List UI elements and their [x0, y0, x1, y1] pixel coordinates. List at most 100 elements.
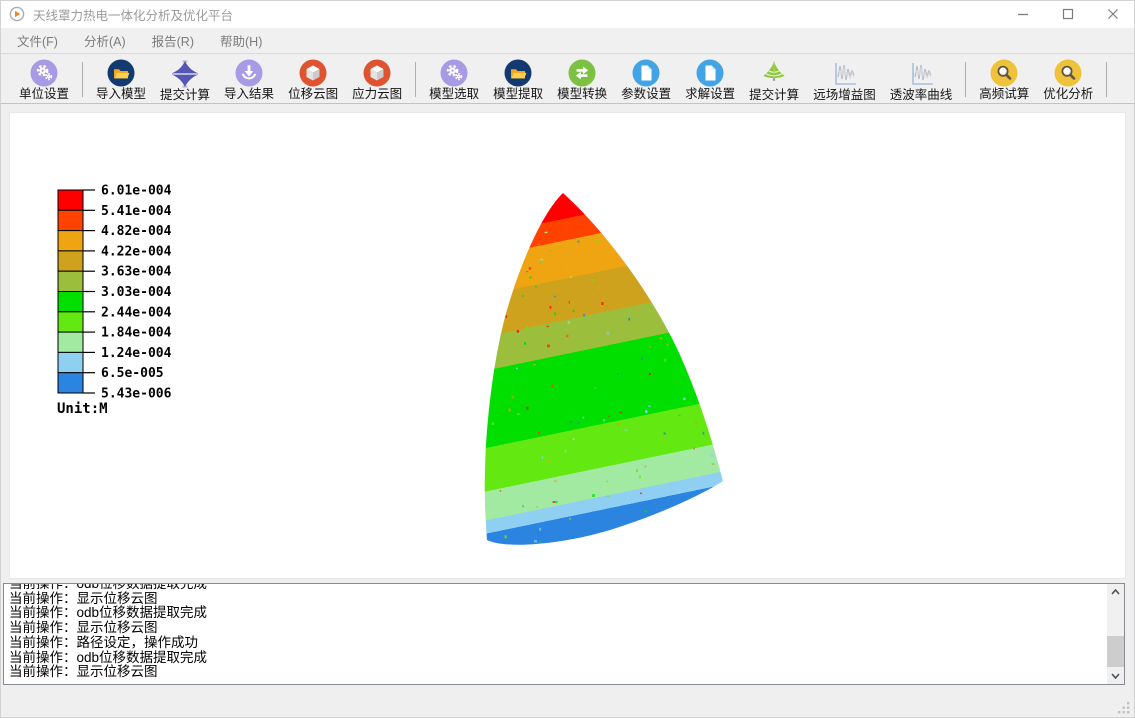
toolbar-label: 单位设置	[19, 87, 69, 101]
magnifier-icon	[1054, 59, 1082, 87]
toolbar-button-model-convert[interactable]: 模型转换	[550, 57, 614, 102]
minimize-button[interactable]	[1000, 0, 1045, 28]
chevron-down-icon	[1111, 673, 1120, 679]
toolbar-button-submit-compute-1[interactable]: 提交计算	[153, 57, 217, 102]
toolbar-button-farfield-gain[interactable]: 远场增益图	[806, 57, 883, 102]
toolbar-button-import-model[interactable]: 导入模型	[89, 57, 153, 102]
minimize-icon	[1017, 8, 1029, 20]
menu-report[interactable]: 报告(R)	[139, 31, 207, 50]
toolbar-label: 导入模型	[96, 87, 146, 101]
log-line: 当前操作：显示位移云图	[9, 621, 1102, 636]
toolbar-separator	[965, 62, 966, 97]
cube-icon	[363, 59, 391, 87]
log-scrollbar[interactable]	[1107, 584, 1124, 684]
toolbar-button-solver-settings[interactable]: 求解设置	[678, 57, 742, 102]
cube-icon	[299, 59, 327, 87]
legend-ticks	[83, 190, 95, 393]
toolbar-button-stress-contour[interactable]: 应力云图	[345, 57, 409, 102]
svg-text:2.44e-004: 2.44e-004	[101, 305, 172, 320]
toolbar-label: 模型提取	[493, 87, 543, 101]
svg-text:4.82e-004: 4.82e-004	[101, 224, 172, 239]
menu-analysis[interactable]: 分析(A)	[71, 31, 139, 50]
toolbar-label: 高频试算	[979, 87, 1029, 101]
tree-icon	[759, 59, 789, 89]
toolbar-button-optimize-analysis[interactable]: 优化分析	[1036, 57, 1100, 102]
toolbar-separator	[415, 62, 416, 97]
diamond-icon	[170, 59, 200, 89]
gears-icon	[30, 59, 58, 87]
folder-icon	[107, 59, 135, 87]
legend-tick-labels: 6.01e-004 5.41e-004 4.82e-004 4.22e-004 …	[101, 184, 172, 402]
toolbar-label: 应力云图	[352, 87, 402, 101]
toolbar-label: 优化分析	[1043, 87, 1093, 101]
toolbar-separator	[1106, 62, 1107, 97]
toolbar-button-unit-settings[interactable]: 单位设置	[12, 57, 76, 102]
menu-file[interactable]: 文件(F)	[4, 31, 71, 50]
toolbar-button-displacement-contour[interactable]: 位移云图	[281, 57, 345, 102]
contour-scene: 6.01e-004 5.41e-004 4.82e-004 4.22e-004 …	[10, 113, 1125, 578]
toolbar-label: 远场增益图	[813, 88, 876, 102]
chevron-up-icon	[1111, 589, 1120, 595]
close-button[interactable]	[1090, 0, 1135, 28]
download-icon	[235, 59, 263, 87]
toolbar-label: 位移云图	[288, 87, 338, 101]
svg-text:3.03e-004: 3.03e-004	[101, 285, 172, 300]
log-line: 当前操作：显示位移云图	[9, 665, 1102, 680]
svg-text:5.43e-006: 5.43e-006	[101, 387, 172, 402]
waveform-icon	[906, 59, 936, 89]
log-lines: 当前操作：odb位移数据提取完成 当前操作：显示位移云图 当前操作：odb位移数…	[9, 583, 1102, 680]
toolbar: 单位设置 导入模型 提交计算 导入结果	[0, 55, 1135, 104]
legend-colorbar: 6.01e-004 5.41e-004 4.82e-004 4.22e-004 …	[57, 184, 172, 418]
svg-text:1.84e-004: 1.84e-004	[101, 326, 172, 341]
log-panel[interactable]: 当前操作：odb位移数据提取完成 当前操作：显示位移云图 当前操作：odb位移数…	[3, 583, 1125, 685]
log-line: 当前操作：odb位移数据提取完成	[9, 606, 1102, 621]
close-icon	[1107, 8, 1119, 20]
toolbar-button-parameter-settings[interactable]: 参数设置	[614, 57, 678, 102]
log-line: 当前操作：路径设定，操作成功	[9, 636, 1102, 651]
toolbar-separator	[82, 62, 83, 97]
folder-icon	[504, 59, 532, 87]
contour-cone-model	[485, 193, 729, 546]
document-icon	[632, 59, 660, 87]
svg-text:3.63e-004: 3.63e-004	[101, 265, 172, 280]
log-line: 当前操作：odb位移数据提取完成	[9, 651, 1102, 666]
window-title: 天线罩力热电一体化分析及优化平台	[33, 5, 233, 24]
log-line: 当前操作：odb位移数据提取完成	[9, 583, 1102, 592]
toolbar-button-transmittance-curve[interactable]: 透波率曲线	[883, 57, 960, 102]
toolbar-button-model-extract[interactable]: 模型提取	[486, 57, 550, 102]
sync-icon	[568, 59, 596, 87]
scrollbar-thumb[interactable]	[1107, 636, 1124, 667]
svg-text:1.24e-004: 1.24e-004	[101, 346, 172, 361]
svg-text:6.5e-005: 6.5e-005	[101, 366, 164, 381]
viewport-3d[interactable]: 6.01e-004 5.41e-004 4.82e-004 4.22e-004 …	[10, 113, 1125, 578]
menu-bar: 文件(F) 分析(A) 报告(R) 帮助(H)	[0, 28, 1135, 54]
title-bar: 天线罩力热电一体化分析及优化平台	[0, 0, 1135, 28]
svg-text:5.41e-004: 5.41e-004	[101, 204, 172, 219]
app-icon	[9, 6, 25, 22]
toolbar-label: 参数设置	[621, 87, 671, 101]
toolbar-button-hf-trial[interactable]: 高频试算	[972, 57, 1036, 102]
toolbar-label: 模型转换	[557, 87, 607, 101]
toolbar-label: 提交计算	[749, 88, 799, 102]
window-controls	[1000, 0, 1135, 28]
menu-help[interactable]: 帮助(H)	[207, 31, 275, 50]
svg-text:6.01e-004: 6.01e-004	[101, 184, 172, 199]
toolbar-label: 提交计算	[160, 88, 210, 102]
waveform-icon	[829, 59, 859, 89]
maximize-icon	[1062, 8, 1074, 20]
maximize-button[interactable]	[1045, 0, 1090, 28]
toolbar-button-import-results[interactable]: 导入结果	[217, 57, 281, 102]
toolbar-label: 求解设置	[685, 87, 735, 101]
legend-unit-label: Unit:M	[57, 401, 108, 417]
magnifier-icon	[990, 59, 1018, 87]
scrollbar-up-button[interactable]	[1107, 584, 1124, 600]
resize-grip[interactable]	[1117, 701, 1130, 714]
document-icon	[696, 59, 724, 87]
toolbar-label: 导入结果	[224, 87, 274, 101]
toolbar-button-submit-compute-2[interactable]: 提交计算	[742, 57, 806, 102]
toolbar-label: 模型选取	[429, 87, 479, 101]
scrollbar-down-button[interactable]	[1107, 668, 1124, 684]
toolbar-button-model-select[interactable]: 模型选取	[422, 57, 486, 102]
svg-text:4.22e-004: 4.22e-004	[101, 244, 172, 259]
gears-icon	[440, 59, 468, 87]
